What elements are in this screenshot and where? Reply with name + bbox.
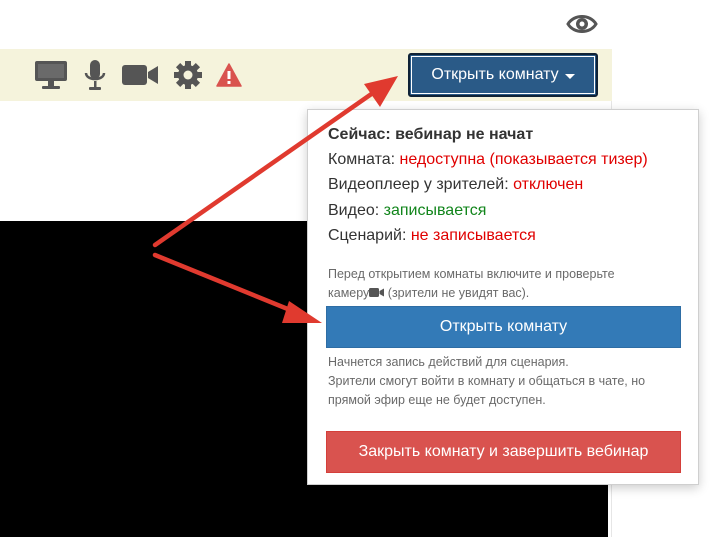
status-scenario: Сценарий: не записывается [328,227,536,245]
pre-open-note-suffix: (зрители не увидят вас). [384,286,530,300]
status-video-label: Видео: [328,202,384,219]
status-scenario-value: не записывается [410,227,536,244]
camera-icon [369,288,385,297]
status-room: Комната: недоступна (показывается тизер) [328,151,648,169]
post-open-note-line-2: Зрители смогут войти в комнату и общатьс… [328,374,646,388]
status-room-label: Комната: [328,151,400,168]
status-scenario-label: Сценарий: [328,227,411,244]
status-player: Видеоплеер у зрителей: отключен [328,176,583,194]
status-video-value: записывается [383,202,487,219]
microphone-icon[interactable] [84,59,106,91]
status-player-label: Видеоплеер у зрителей: [328,176,514,193]
post-open-note-line-1: Начнется запись действий для сценария. [328,355,569,369]
post-open-note: Начнется запись действий для сценария. З… [328,353,688,410]
open-room-dropdown-button[interactable]: Открыть комнату [408,53,598,97]
pre-open-note-camera-word: камеру [328,286,370,300]
eye-icon[interactable] [566,10,598,38]
warning-icon[interactable] [216,59,242,91]
pre-open-note-line-1: Перед открытием комнаты включите и прове… [328,267,615,281]
settings-gear-icon[interactable] [173,59,203,91]
top-bar [0,0,612,49]
pre-open-note: Перед открытием комнаты включите и прове… [328,265,688,303]
room-status-popover: Сейчас: вебинар не начат Комната: недост… [307,109,699,485]
status-video: Видео: записывается [328,202,486,220]
status-player-value: отключен [513,176,584,193]
popover-title: Сейчас: вебинар не начат [328,126,534,143]
pre-open-note-line-2: камеру (зрители не увидят вас). [328,284,688,303]
open-room-dropdown-label: Открыть комнату [431,66,559,83]
post-open-note-line-3: прямой эфир еще не будет доступен. [328,393,546,407]
open-room-button[interactable]: Открыть комнату [326,306,681,348]
screen-share-icon[interactable] [33,59,69,91]
status-room-value: недоступна (показывается тизер) [399,151,648,168]
camera-icon[interactable] [121,59,159,91]
close-room-and-end-webinar-button[interactable]: Закрыть комнату и завершить вебинар [326,431,681,473]
chevron-down-icon [564,73,575,79]
